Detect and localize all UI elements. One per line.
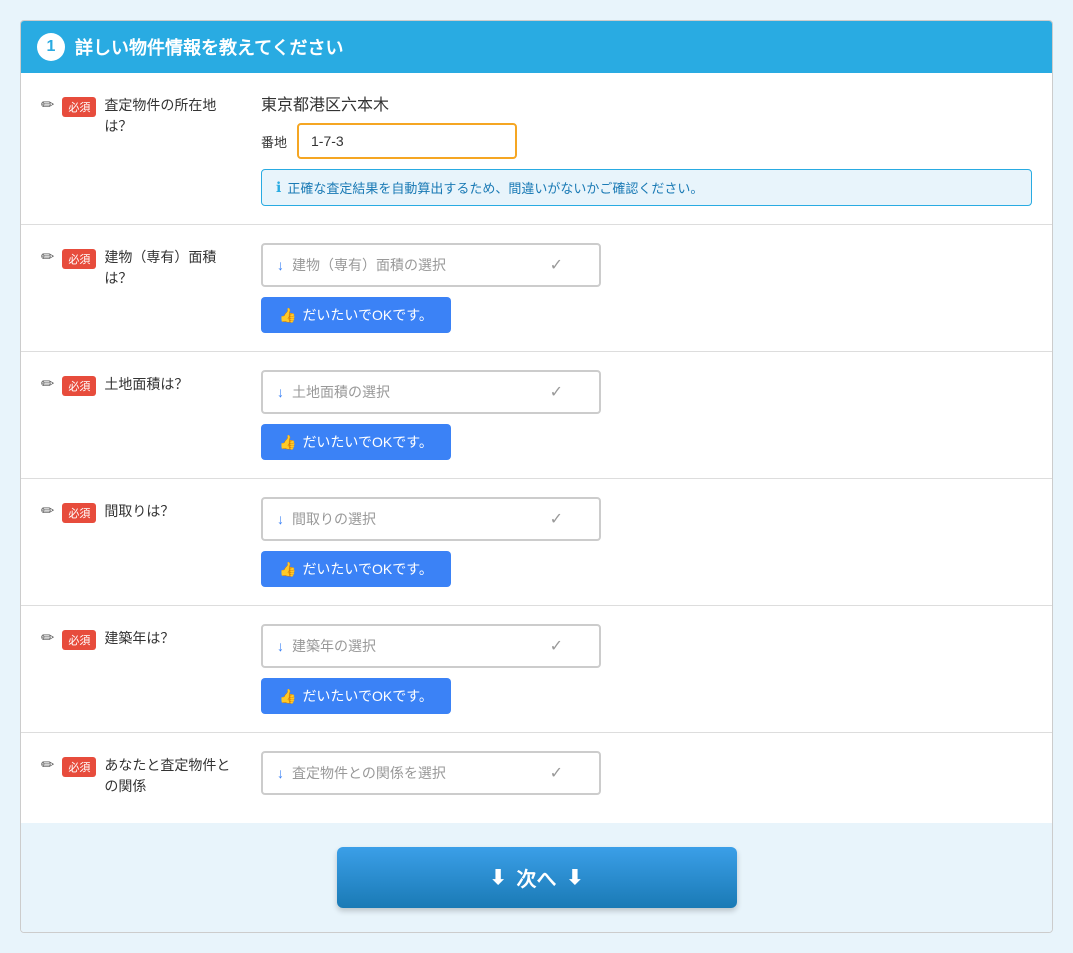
land-area-ok-text: だいたいでOKです。 [302, 432, 432, 452]
build-year-row: ✏ 必須 建築年は？ ↓ 建築年の選択 ✓ 👍 だいたいでOKです。 [21, 606, 1052, 733]
pencil-icon-rel: ✏ [41, 755, 54, 775]
pencil-icon-year: ✏ [41, 628, 54, 648]
section-number: 1 [37, 33, 65, 61]
pencil-icon-building: ✏ [41, 247, 54, 267]
required-badge-location: 必須 [62, 97, 96, 117]
building-area-label-group: ✏ 必須 建物（専有）面積 は？ [41, 243, 261, 289]
next-icon-left: ⬇ [490, 865, 507, 890]
pencil-icon-land: ✏ [41, 374, 54, 394]
required-badge-floor: 必須 [62, 503, 96, 523]
thumbs-up-icon-land: 👍 [279, 434, 296, 451]
select-check-icon-land: ✓ [550, 382, 563, 402]
select-check-icon-floor: ✓ [550, 509, 563, 529]
select-check-icon: ✓ [550, 255, 563, 275]
info-icon: ℹ [276, 179, 281, 196]
select-check-icon-year: ✓ [550, 636, 563, 656]
select-arrow-icon-land: ↓ [277, 384, 284, 400]
building-area-ok-button[interactable]: 👍 だいたいでOKです。 [261, 297, 451, 333]
build-year-label-text: 建築年は？ [104, 628, 174, 649]
select-arrow-icon: ↓ [277, 257, 284, 273]
land-area-ok-button[interactable]: 👍 だいたいでOKです。 [261, 424, 451, 460]
required-badge-land: 必須 [62, 376, 96, 396]
floor-plan-row: ✏ 必須 間取りは？ ↓ 間取りの選択 ✓ 👍 だいたいでOKです。 [21, 479, 1052, 606]
location-label-group: ✏ 必須 査定物件の所在地 は？ [41, 91, 261, 137]
info-text: 正確な査定結果を自動算出するため、間違いがないかご確認ください。 [287, 178, 703, 197]
build-year-ok-button[interactable]: 👍 だいたいでOKです。 [261, 678, 451, 714]
next-button-wrapper: ⬇ 次へ ⬇ [21, 823, 1052, 932]
floor-plan-ok-button[interactable]: 👍 だいたいでOKです。 [261, 551, 451, 587]
building-area-placeholder: 建物（専有）面積の選択 [292, 255, 446, 275]
required-badge-building: 必須 [62, 249, 96, 269]
floor-plan-control: ↓ 間取りの選択 ✓ 👍 だいたいでOKです。 [261, 497, 1032, 587]
building-area-control: ↓ 建物（専有）面積の選択 ✓ 👍 だいたいでOKです。 [261, 243, 1032, 333]
floor-plan-label-group: ✏ 必須 間取りは？ [41, 497, 261, 523]
build-year-select[interactable]: ↓ 建築年の選択 ✓ [261, 624, 601, 668]
select-arrow-icon-rel: ↓ [277, 765, 284, 781]
location-label-text: 査定物件の所在地 は？ [104, 95, 216, 137]
floor-label-text: 間取りは？ [104, 501, 174, 522]
building-area-select[interactable]: ↓ 建物（専有）面積の選択 ✓ [261, 243, 601, 287]
relationship-row: ✏ 必須 あなたと査定物件と の関係 ↓ 査定物件との関係を選択 ✓ [21, 733, 1052, 823]
address-input-row: 番地 [261, 123, 1032, 159]
build-year-ok-text: だいたいでOKです。 [302, 686, 432, 706]
building-label-text: 建物（専有）面積 は？ [104, 247, 216, 289]
next-button[interactable]: ⬇ 次へ ⬇ [337, 847, 737, 908]
build-year-placeholder: 建築年の選択 [292, 636, 376, 656]
floor-plan-ok-text: だいたいでOKです。 [302, 559, 432, 579]
floor-plan-placeholder: 間取りの選択 [292, 509, 376, 529]
pencil-icon-floor: ✏ [41, 501, 54, 521]
land-area-label-group: ✏ 必須 土地面積は？ [41, 370, 261, 396]
land-area-placeholder: 土地面積の選択 [292, 382, 390, 402]
building-area-ok-text: だいたいでOKです。 [302, 305, 432, 325]
address-display: 東京都港区六本木 [261, 91, 1032, 115]
land-area-row: ✏ 必須 土地面積は？ ↓ 土地面積の選択 ✓ 👍 だいたいでOKです。 [21, 352, 1052, 479]
next-button-label: 次へ [517, 863, 557, 892]
relationship-control: ↓ 査定物件との関係を選択 ✓ [261, 751, 1032, 805]
build-year-label-group: ✏ 必須 建築年は？ [41, 624, 261, 650]
section-header: 1 詳しい物件情報を教えてください [21, 21, 1052, 73]
pencil-icon-location: ✏ [41, 95, 54, 115]
main-container: 1 詳しい物件情報を教えてください ✏ 必須 査定物件の所在地 は？ 東京都港区… [20, 20, 1053, 933]
relationship-label-group: ✏ 必須 あなたと査定物件と の関係 [41, 751, 261, 797]
select-arrow-icon-floor: ↓ [277, 511, 284, 527]
location-row: ✏ 必須 査定物件の所在地 は？ 東京都港区六本木 番地 ℹ 正確な査定結果を自… [21, 73, 1052, 225]
select-arrow-icon-year: ↓ [277, 638, 284, 654]
section-title: 詳しい物件情報を教えてください [75, 34, 344, 60]
banchi-input[interactable] [297, 123, 517, 159]
next-icon-right: ⬇ [567, 865, 584, 890]
land-area-control: ↓ 土地面積の選択 ✓ 👍 だいたいでOKです。 [261, 370, 1032, 460]
relationship-label-text: あなたと査定物件と の関係 [104, 755, 230, 797]
required-badge-year: 必須 [62, 630, 96, 650]
form-body: ✏ 必須 査定物件の所在地 は？ 東京都港区六本木 番地 ℹ 正確な査定結果を自… [21, 73, 1052, 823]
location-control: 東京都港区六本木 番地 ℹ 正確な査定結果を自動算出するため、間違いがないかご確… [261, 91, 1032, 206]
land-label-text: 土地面積は？ [104, 374, 188, 395]
thumbs-up-icon: 👍 [279, 307, 296, 324]
thumbs-up-icon-year: 👍 [279, 688, 296, 705]
required-badge-rel: 必須 [62, 757, 96, 777]
relationship-select[interactable]: ↓ 査定物件との関係を選択 ✓ [261, 751, 601, 795]
floor-plan-select[interactable]: ↓ 間取りの選択 ✓ [261, 497, 601, 541]
banchi-label: 番地 [261, 132, 287, 151]
building-area-row: ✏ 必須 建物（専有）面積 は？ ↓ 建物（専有）面積の選択 ✓ 👍 だ [21, 225, 1052, 352]
info-box: ℹ 正確な査定結果を自動算出するため、間違いがないかご確認ください。 [261, 169, 1032, 206]
land-area-select[interactable]: ↓ 土地面積の選択 ✓ [261, 370, 601, 414]
build-year-control: ↓ 建築年の選択 ✓ 👍 だいたいでOKです。 [261, 624, 1032, 714]
relationship-placeholder: 査定物件との関係を選択 [292, 763, 446, 783]
thumbs-up-icon-floor: 👍 [279, 561, 296, 578]
select-check-icon-rel: ✓ [550, 763, 563, 783]
